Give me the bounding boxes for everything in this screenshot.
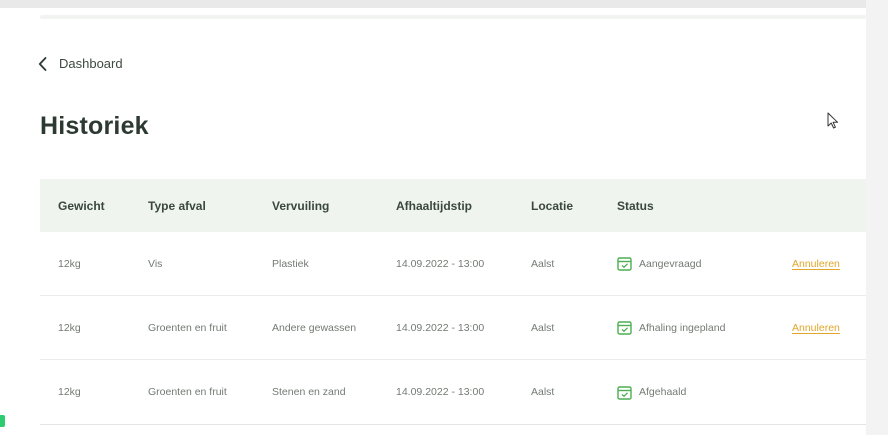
header-type: Type afval xyxy=(148,198,206,213)
calendar-check-icon xyxy=(617,385,632,400)
cancel-link[interactable]: Annuleren xyxy=(792,322,840,334)
app-frame: Dashboard Historiek Gewicht Type afval V… xyxy=(0,0,888,435)
cell-pickup: 14.09.2022 - 13:00 xyxy=(396,321,485,334)
mouse-cursor-icon xyxy=(827,112,839,134)
cell-contamination: Stenen en zand xyxy=(272,386,346,398)
table-row: 12kg Groenten en fruit Stenen en zand 14… xyxy=(40,360,866,425)
calendar-check-icon xyxy=(617,320,632,335)
cell-action: Annuleren xyxy=(792,322,866,334)
cancel-link[interactable]: Annuleren xyxy=(792,258,840,270)
header-weight: Gewicht xyxy=(58,198,105,213)
header-status: Status xyxy=(617,198,654,213)
cell-location: Aalst xyxy=(531,386,555,398)
header-location: Locatie xyxy=(531,198,574,213)
top-divider xyxy=(40,15,866,19)
cell-status: Afgehaald xyxy=(617,385,792,400)
cell-type: Groenten en fruit xyxy=(148,321,227,334)
table-row: 12kg Vis Plastiek 14.09.2022 - 13:00 Aal… xyxy=(40,232,866,296)
calendar-check-icon xyxy=(617,256,632,271)
cell-type: Groenten en fruit xyxy=(148,386,227,398)
table-row: 12kg Groenten en fruit Andere gewassen 1… xyxy=(40,296,866,360)
page-title: Historiek xyxy=(40,112,149,140)
table-header: Gewicht Type afval Vervuiling Afhaaltijd… xyxy=(40,179,866,232)
cell-pickup: 14.09.2022 - 13:00 xyxy=(396,386,485,398)
cell-weight: 12kg xyxy=(58,386,81,398)
cell-status: Afhaling ingepland xyxy=(617,320,792,335)
cell-action: Annuleren xyxy=(792,258,866,270)
cell-location: Aalst xyxy=(531,257,555,270)
cell-contamination: Plastiek xyxy=(272,257,309,270)
status-label: Afhaling ingepland xyxy=(639,321,726,334)
cell-weight: 12kg xyxy=(58,321,81,334)
back-label: Dashboard xyxy=(59,56,123,71)
status-label: Afgehaald xyxy=(639,386,687,398)
cell-pickup: 14.09.2022 - 13:00 xyxy=(396,257,485,270)
status-label: Aangevraagd xyxy=(639,257,702,270)
green-edge-mark xyxy=(0,415,5,427)
cell-type: Vis xyxy=(148,257,163,270)
cell-weight: 12kg xyxy=(58,257,81,270)
cell-contamination: Andere gewassen xyxy=(272,321,357,334)
header-pickup: Afhaaltijdstip xyxy=(396,198,473,213)
cell-location: Aalst xyxy=(531,321,555,334)
right-edge xyxy=(866,0,888,435)
back-to-dashboard-link[interactable]: Dashboard xyxy=(38,56,123,71)
header-contamination: Vervuiling xyxy=(272,198,330,213)
cell-status: Aangevraagd xyxy=(617,256,792,271)
chevron-left-icon xyxy=(38,56,47,71)
history-table: Gewicht Type afval Vervuiling Afhaaltijd… xyxy=(40,179,866,425)
top-edge xyxy=(0,0,888,8)
